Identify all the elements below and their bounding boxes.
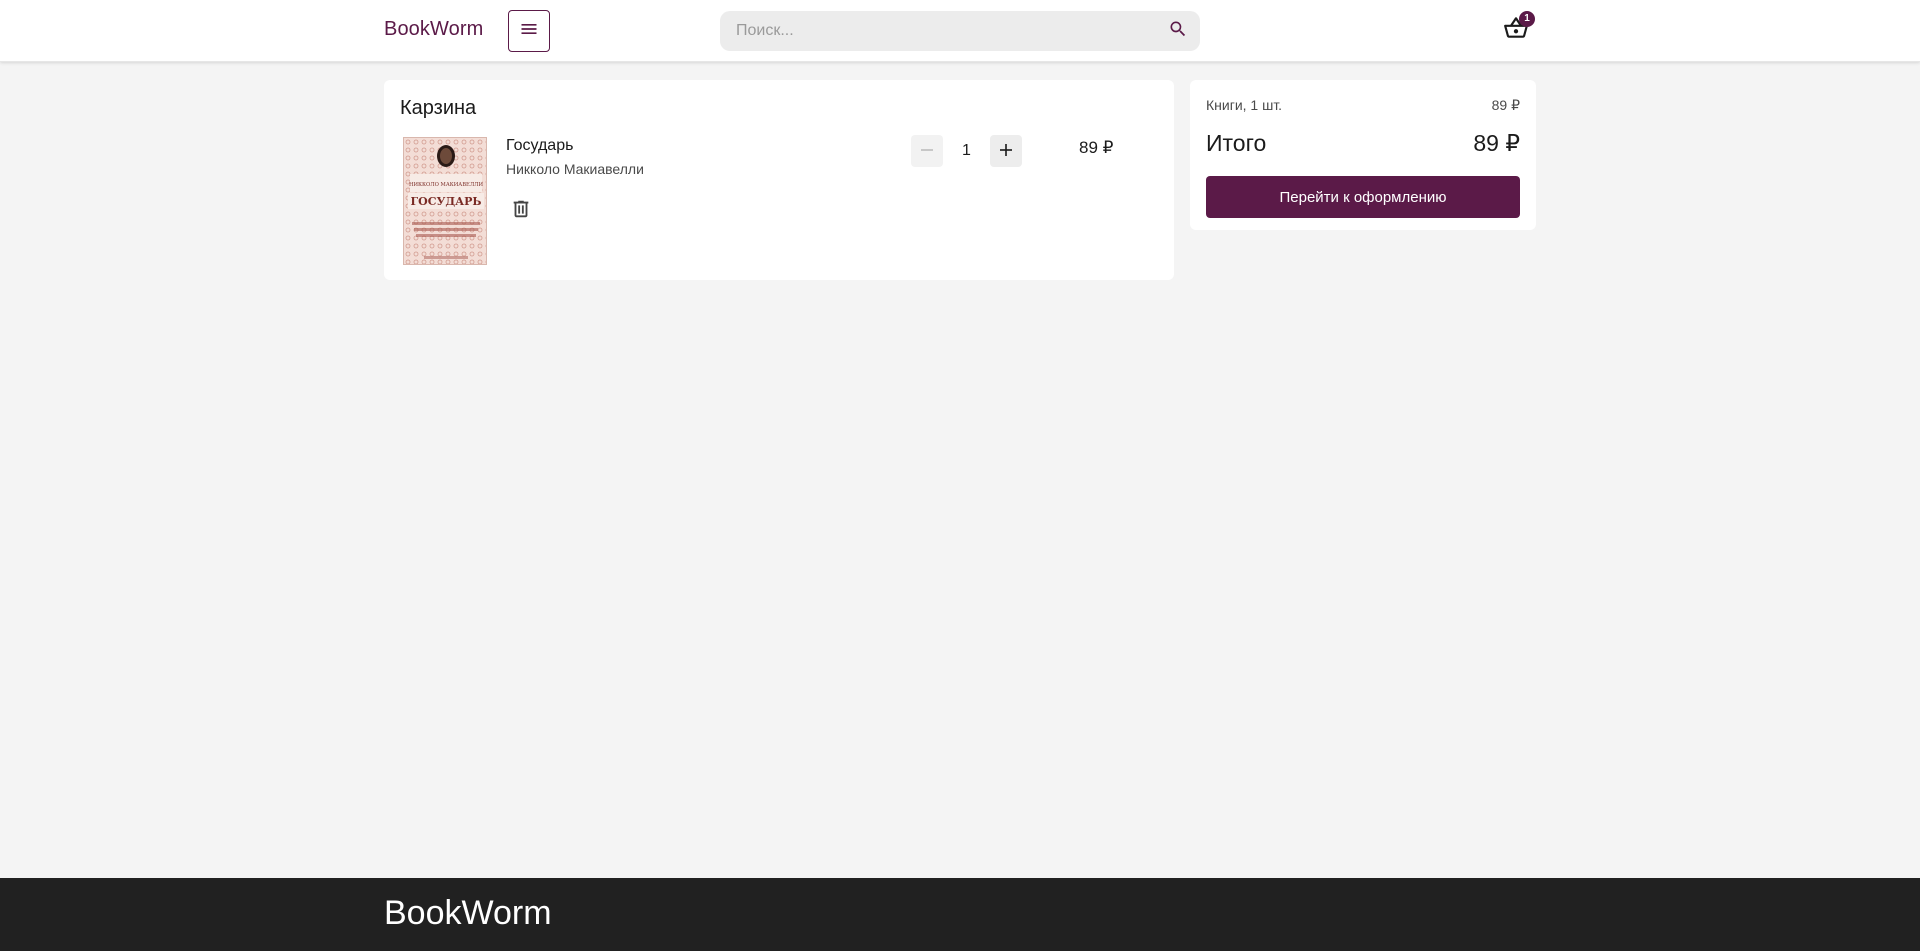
summary-books-label: Книги, 1 шт. xyxy=(1206,97,1283,113)
menu-button[interactable] xyxy=(508,10,550,52)
item-price: 89 ₽ xyxy=(1079,138,1114,157)
checkout-button[interactable]: Перейти к оформлению xyxy=(1206,176,1520,218)
cover-title: ГОСУДАРЬ xyxy=(411,195,482,208)
cart-count-badge: 1 xyxy=(1519,11,1535,27)
search-icon xyxy=(1168,19,1188,44)
minus-icon xyxy=(920,140,934,163)
search-bar xyxy=(720,11,1200,51)
footer-logo[interactable]: BookWorm xyxy=(384,894,552,933)
book-title[interactable]: Государь xyxy=(506,137,573,155)
delete-item-button[interactable] xyxy=(510,198,532,224)
book-author: Никколо Макиавелли xyxy=(506,161,644,177)
total-label: Итого xyxy=(1206,130,1267,156)
order-summary: Книги, 1 шт. 89 ₽ Итого 89 ₽ Перейти к о… xyxy=(1190,80,1536,230)
footer: BookWorm xyxy=(0,878,1920,951)
decrease-quantity-button[interactable] xyxy=(911,135,943,167)
total-value: 89 ₽ xyxy=(1473,130,1520,156)
header: BookWorm 1 xyxy=(0,0,1920,62)
search-input[interactable] xyxy=(720,11,1160,51)
logo[interactable]: BookWorm xyxy=(384,18,483,41)
quantity-value: 1 xyxy=(962,142,971,159)
summary-books-value: 89 ₽ xyxy=(1491,97,1520,113)
cover-author: НИККОЛО МАКИАВЕЛЛИ xyxy=(409,182,484,188)
increase-quantity-button[interactable] xyxy=(990,135,1022,167)
menu-icon xyxy=(519,19,539,44)
plus-icon xyxy=(999,140,1013,163)
cart-panel: Карзина НИККОЛО МАКИАВЕЛЛИ ГОСУДАРЬ Госу… xyxy=(384,80,1174,280)
book-cover[interactable]: НИККОЛО МАКИАВЕЛЛИ ГОСУДАРЬ xyxy=(403,137,487,265)
cart-title: Карзина xyxy=(400,97,477,119)
trash-icon xyxy=(510,197,532,226)
search-button[interactable] xyxy=(1166,19,1190,43)
